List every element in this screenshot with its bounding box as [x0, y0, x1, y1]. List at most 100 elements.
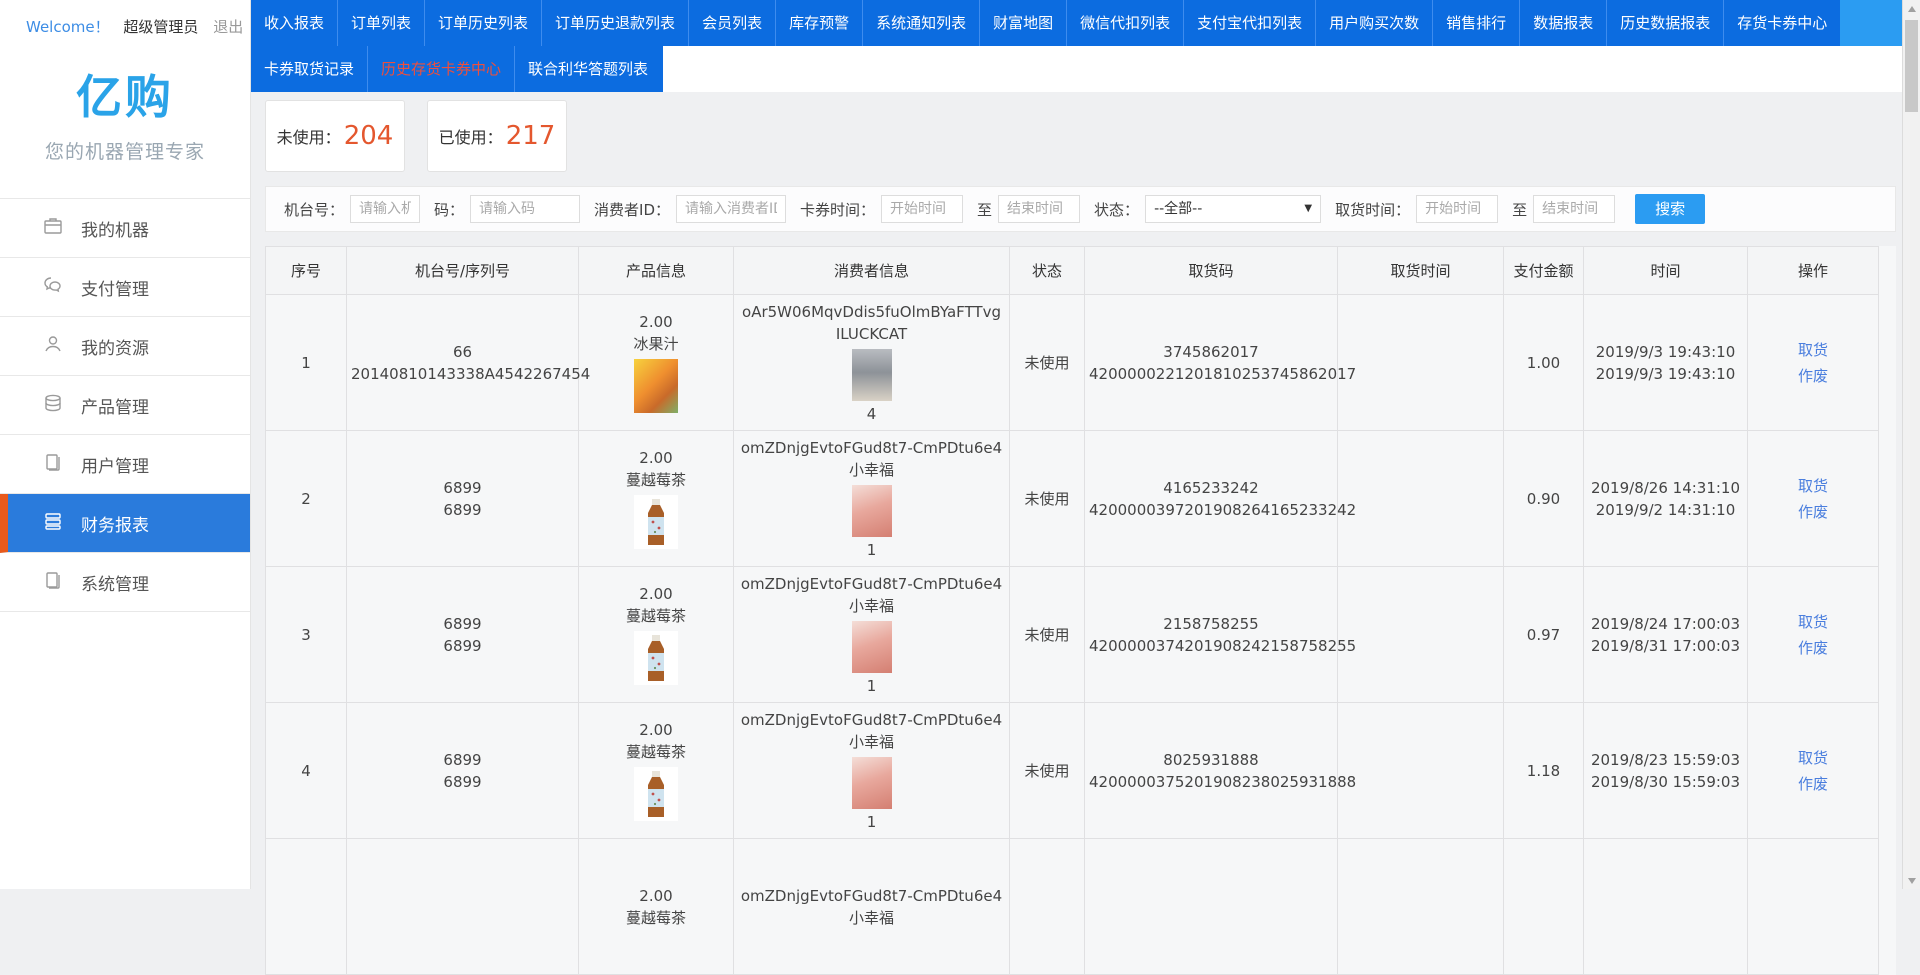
- tab-order-history-refund[interactable]: 订单历史退款列表: [541, 0, 688, 46]
- serial-no: 6899: [351, 635, 574, 657]
- pickup-link[interactable]: 取货: [1752, 609, 1874, 635]
- col-pickup-time: 取货时间: [1338, 247, 1504, 295]
- machine-no-input[interactable]: [350, 195, 420, 223]
- void-link[interactable]: 作废: [1752, 635, 1874, 661]
- product-name: 蔓越莓茶: [583, 741, 729, 763]
- cell-amount: [1504, 839, 1584, 975]
- cell-time: 2019/8/26 14:31:10 2019/9/2 14:31:10: [1584, 431, 1748, 567]
- code-input[interactable]: [470, 195, 580, 223]
- table-row: 2 6899 6899 2.00 蔓越莓茶 omZDnjgEvtoFGud8t7…: [266, 431, 1879, 567]
- subtab-coupon-pickup-records[interactable]: 卡券取货记录: [251, 46, 367, 92]
- cell-seq: 4: [266, 703, 347, 839]
- product-price: 2.00: [583, 583, 729, 605]
- code-label: 码：: [434, 199, 464, 220]
- consumer-nickname: 小幸福: [738, 595, 1005, 617]
- tab-order-list[interactable]: 订单列表: [337, 0, 424, 46]
- cell-amount: 1.18: [1504, 703, 1584, 839]
- tab-income-report[interactable]: 收入报表: [251, 0, 337, 46]
- void-link[interactable]: 作废: [1752, 499, 1874, 525]
- void-link[interactable]: 作废: [1752, 771, 1874, 797]
- tab-user-purchases[interactable]: 用户购买次数: [1315, 0, 1432, 46]
- product-name: 冰果汁: [583, 333, 729, 355]
- pickup-link[interactable]: 取货: [1752, 745, 1874, 771]
- transaction-code: 4200000397201908264165233242: [1089, 499, 1333, 521]
- cell-amount: 0.90: [1504, 431, 1584, 567]
- pickup-link[interactable]: 取货: [1752, 473, 1874, 499]
- void-link[interactable]: 作废: [1752, 363, 1874, 389]
- layers-icon: [42, 510, 64, 537]
- coupon-end-time-input[interactable]: [998, 195, 1080, 223]
- cell-time: 2019/8/24 17:00:03 2019/8/31 17:00:03: [1584, 567, 1748, 703]
- scroll-down-button[interactable]: [1903, 872, 1920, 889]
- subtab-unilever-quiz-list[interactable]: 联合利华答题列表: [514, 46, 661, 92]
- cell-time: 2019/8/23 15:59:03 2019/8/30 15:59:03: [1584, 703, 1748, 839]
- transaction-code: 4200000375201908238025931888: [1089, 771, 1333, 793]
- stat-used: 已使用： 217: [427, 100, 567, 172]
- status-select[interactable]: --全部-- ▼: [1145, 195, 1321, 223]
- sidebar-item-label: 我的资源: [81, 334, 149, 359]
- machine-no: 6899: [351, 613, 574, 635]
- sidebar-item-system[interactable]: 系统管理: [0, 553, 250, 612]
- cell-status: 未使用: [1010, 431, 1085, 567]
- col-actions: 操作: [1748, 247, 1879, 295]
- cell-actions: 取货 作废: [1748, 703, 1879, 839]
- subtab-history-stock-coupon-center[interactable]: 历史存货卡券中心: [367, 46, 514, 92]
- sidebar-item-products[interactable]: 产品管理: [0, 376, 250, 435]
- cell-pickup-code: 8025931888 4200000375201908238025931888: [1085, 703, 1338, 839]
- app-logo: 亿购: [0, 61, 250, 127]
- welcome-text: Welcome！: [26, 18, 110, 36]
- tab-sales-ranking[interactable]: 销售排行: [1432, 0, 1519, 46]
- consumer-photo: [852, 757, 892, 809]
- sidebar-item-label: 用户管理: [81, 452, 149, 477]
- consumer-id-input[interactable]: [676, 195, 786, 223]
- scroll-up-button[interactable]: [1903, 0, 1920, 17]
- tab-alipay-deduction[interactable]: 支付宝代扣列表: [1183, 0, 1315, 46]
- pickup-end-time-input[interactable]: [1533, 195, 1615, 223]
- col-status: 状态: [1010, 247, 1085, 295]
- main-area: 收入报表 订单列表 订单历史列表 订单历史退款列表 会员列表 库存预警 系统通知…: [251, 0, 1920, 889]
- expire-time: 2019/8/31 17:00:03: [1588, 635, 1743, 657]
- coupon-start-time-input[interactable]: [881, 195, 963, 223]
- sidebar-item-my-machines[interactable]: 我的机器: [0, 199, 250, 258]
- table-row: 4 6899 6899 2.00 蔓越莓茶 omZDnjgEvtoFGud8t7…: [266, 703, 1879, 839]
- sidebar-item-my-resources[interactable]: 我的资源: [0, 317, 250, 376]
- machine-icon: [42, 215, 64, 242]
- sidebar-menu: 我的机器 支付管理 我的资源 产品管理 用户管理 财务报表 系统管理: [0, 198, 250, 612]
- consumer-count: 4: [738, 403, 1005, 425]
- logout-link[interactable]: 退出: [213, 18, 243, 36]
- product-name: 蔓越莓茶: [583, 907, 729, 929]
- tab-order-history[interactable]: 订单历史列表: [424, 0, 541, 46]
- pickup-code: 3745862017: [1089, 341, 1333, 363]
- pickup-start-time-input[interactable]: [1416, 195, 1498, 223]
- cell-status: 未使用: [1010, 703, 1085, 839]
- tab-wealth-map[interactable]: 财富地图: [979, 0, 1066, 46]
- serial-no: 6899: [351, 771, 574, 793]
- tab-wechat-deduction[interactable]: 微信代扣列表: [1066, 0, 1183, 46]
- pickup-link[interactable]: 取货: [1752, 337, 1874, 363]
- cell-machine: [347, 839, 579, 975]
- cell-status: 未使用: [1010, 567, 1085, 703]
- col-amount: 支付金额: [1504, 247, 1584, 295]
- col-time: 时间: [1584, 247, 1748, 295]
- sub-nav-group: 卡券取货记录 历史存货卡券中心 联合利华答题列表: [251, 46, 663, 92]
- vertical-scrollbar[interactable]: [1902, 0, 1920, 889]
- search-button[interactable]: 搜索: [1635, 194, 1705, 224]
- col-pickup-code: 取货码: [1085, 247, 1338, 295]
- cell-pickup-time: [1338, 839, 1504, 975]
- sidebar-item-finance-reports[interactable]: 财务报表: [0, 494, 250, 553]
- tab-stock-alert[interactable]: 库存预警: [775, 0, 862, 46]
- tab-members[interactable]: 会员列表: [688, 0, 775, 46]
- chevron-down-icon: ▼: [1304, 196, 1312, 222]
- tab-stock-coupon-center[interactable]: 存货卡券中心: [1723, 0, 1840, 46]
- sidebar-item-label: 支付管理: [81, 275, 149, 300]
- sidebar-item-users[interactable]: 用户管理: [0, 435, 250, 494]
- tab-history-data-report[interactable]: 历史数据报表: [1606, 0, 1723, 46]
- app-tagline: 您的机器管理专家: [0, 137, 250, 164]
- product-price: 2.00: [583, 885, 729, 907]
- tab-system-notices[interactable]: 系统通知列表: [862, 0, 979, 46]
- scrollbar-thumb[interactable]: [1905, 20, 1918, 112]
- sidebar-item-payment[interactable]: 支付管理: [0, 258, 250, 317]
- table-row: 1 66 20140810143338A4542267454 2.00 冰果汁 …: [266, 295, 1879, 431]
- coupon-time-label: 卡券时间：: [800, 199, 875, 220]
- tab-data-report[interactable]: 数据报表: [1519, 0, 1606, 46]
